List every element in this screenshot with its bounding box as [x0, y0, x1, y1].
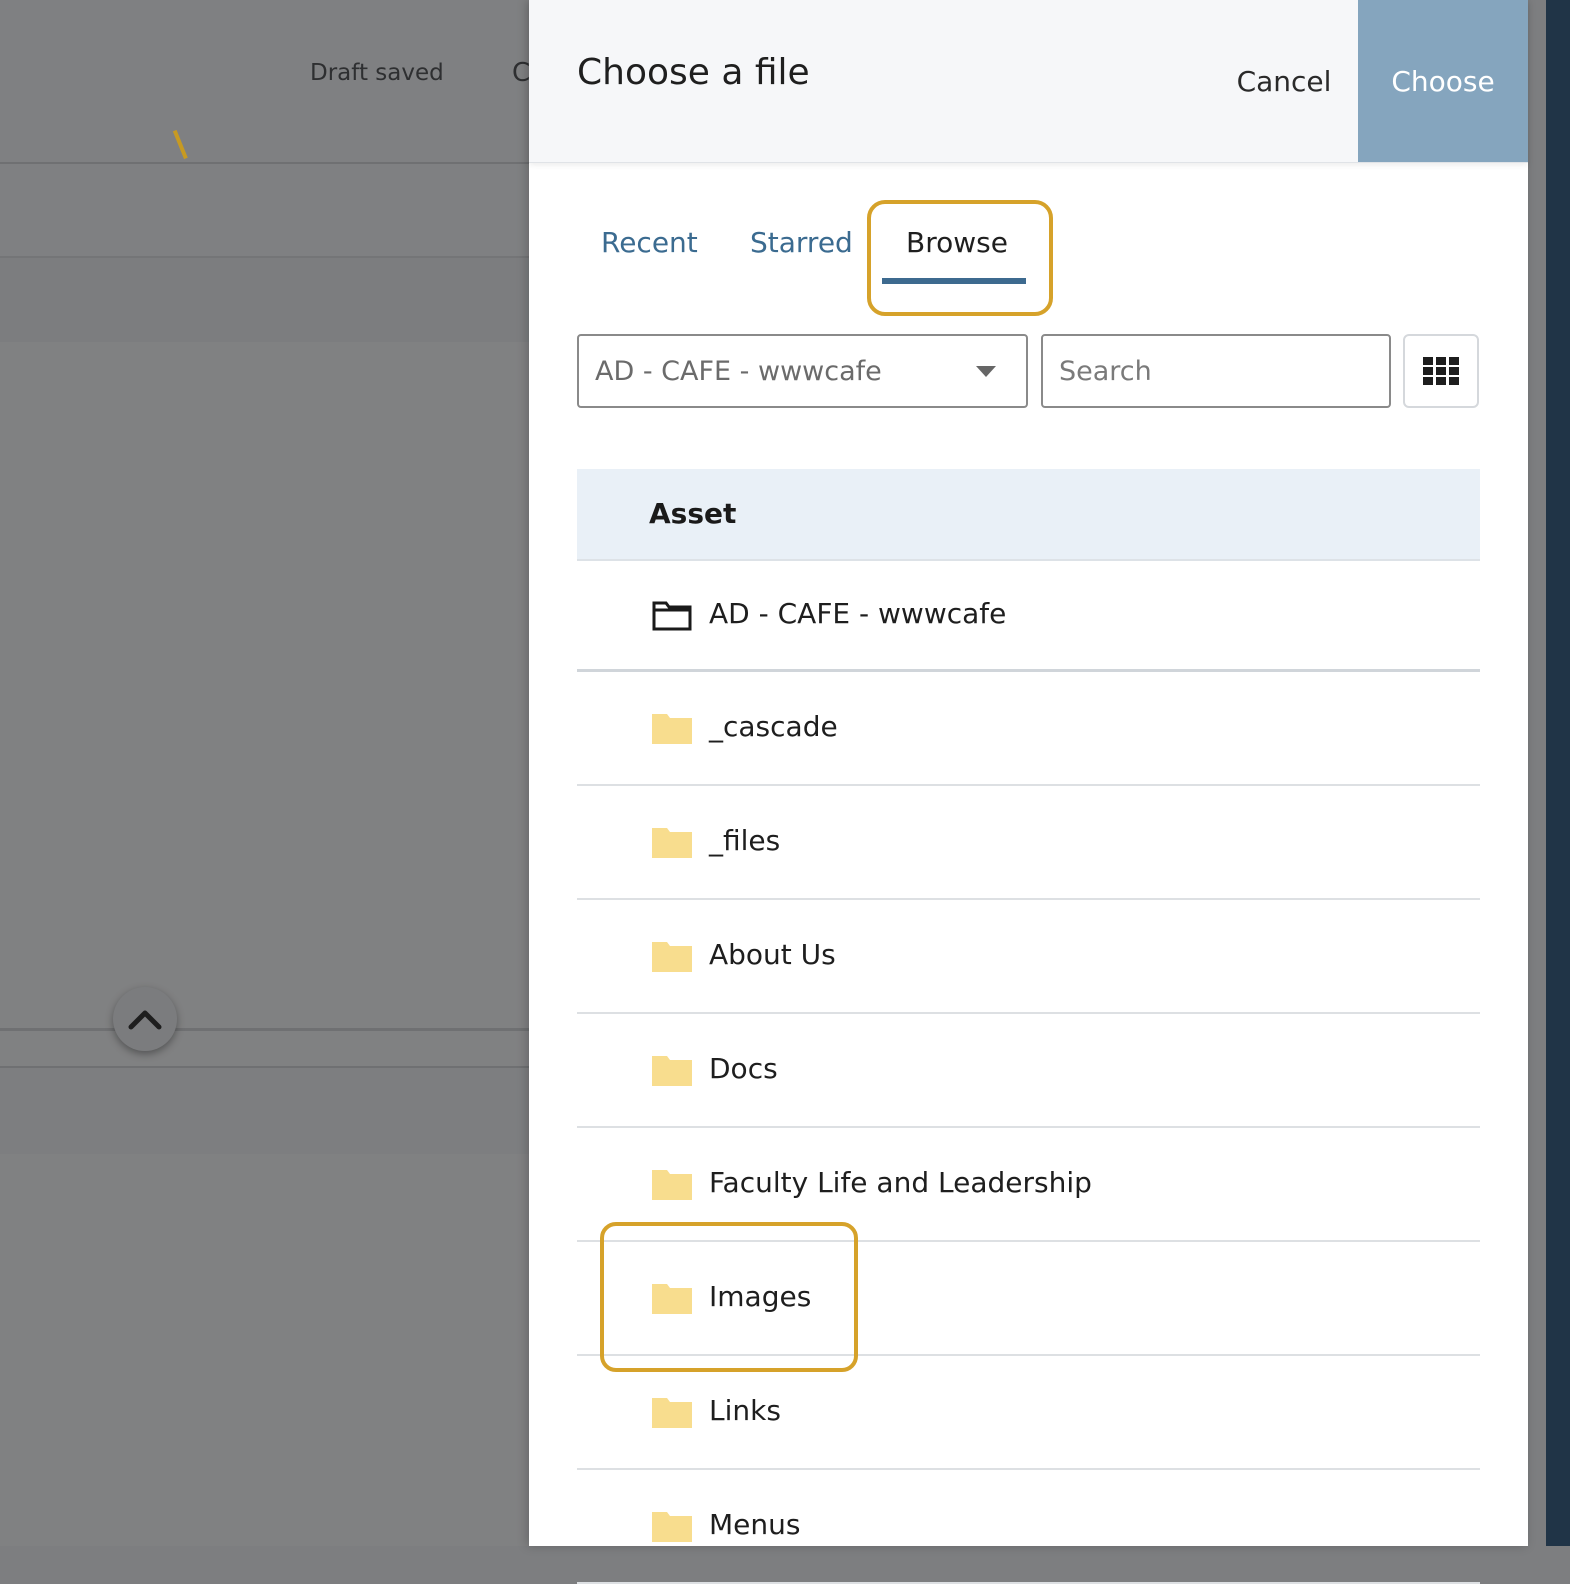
caret-down-icon — [976, 366, 996, 377]
highlight-annotation — [867, 200, 1053, 316]
folder-icon — [652, 1284, 692, 1314]
background-section — [0, 164, 530, 258]
background-header — [0, 0, 530, 164]
row-label: Links — [709, 1394, 781, 1427]
table-row[interactable]: Docs — [577, 1014, 1480, 1128]
tab-starred[interactable]: Starred — [750, 226, 853, 259]
folder-icon — [652, 1398, 692, 1428]
table-row[interactable]: _files — [577, 786, 1480, 900]
asset-table: Asset AD - CAFE - wwwcafe _cascade _file… — [577, 469, 1480, 1584]
draft-status: Draft saved — [310, 60, 444, 86]
table-row[interactable]: _cascade — [577, 672, 1480, 786]
cancel-button[interactable]: Cancel — [1209, 0, 1359, 162]
row-label: _cascade — [709, 710, 838, 743]
background-cut-text: C — [512, 58, 531, 88]
table-row[interactable]: Faculty Life and Leadership — [577, 1128, 1480, 1242]
background-divider — [0, 1028, 530, 1031]
table-row-images[interactable]: Images — [577, 1242, 1480, 1356]
panel-title: Choose a file — [577, 52, 810, 93]
tab-recent[interactable]: Recent — [601, 226, 698, 259]
table-row[interactable]: About Us — [577, 900, 1480, 1014]
folder-icon — [652, 942, 692, 972]
table-header: Asset — [577, 469, 1480, 561]
row-label: Menus — [709, 1508, 801, 1541]
grid-view-button[interactable] — [1403, 334, 1479, 408]
scroll-up-button[interactable] — [113, 987, 177, 1051]
row-label: _files — [709, 824, 781, 857]
folder-icon — [652, 1056, 692, 1086]
grid-icon — [1423, 357, 1459, 385]
chevron-up-icon — [128, 1010, 162, 1030]
folder-outline-icon — [652, 601, 692, 631]
row-label: Images — [709, 1280, 812, 1313]
search-input[interactable] — [1041, 334, 1391, 408]
table-row[interactable]: Menus — [577, 1470, 1480, 1584]
folder-icon — [652, 1170, 692, 1200]
file-chooser-panel: Choose a file Cancel Choose Recent Starr… — [529, 0, 1528, 1584]
site-select-value: AD - CAFE - wwwcafe — [595, 356, 882, 387]
folder-icon — [652, 1512, 692, 1542]
background-section — [0, 258, 530, 342]
background-section — [0, 1066, 530, 1154]
panel-header: Choose a file Cancel Choose — [529, 0, 1528, 163]
row-label: Docs — [709, 1052, 778, 1085]
folder-icon — [652, 828, 692, 858]
table-row[interactable]: Links — [577, 1356, 1480, 1470]
table-row-root[interactable]: AD - CAFE - wwwcafe — [577, 561, 1480, 672]
column-header-asset: Asset — [649, 497, 737, 530]
background-edge-dark — [1546, 0, 1570, 1546]
site-select[interactable]: AD - CAFE - wwwcafe — [577, 334, 1028, 408]
choose-button[interactable]: Choose — [1358, 0, 1528, 162]
row-label: About Us — [709, 938, 836, 971]
folder-icon — [652, 714, 692, 744]
row-label: Faculty Life and Leadership — [709, 1166, 1092, 1199]
row-label: AD - CAFE - wwwcafe — [709, 597, 1007, 630]
